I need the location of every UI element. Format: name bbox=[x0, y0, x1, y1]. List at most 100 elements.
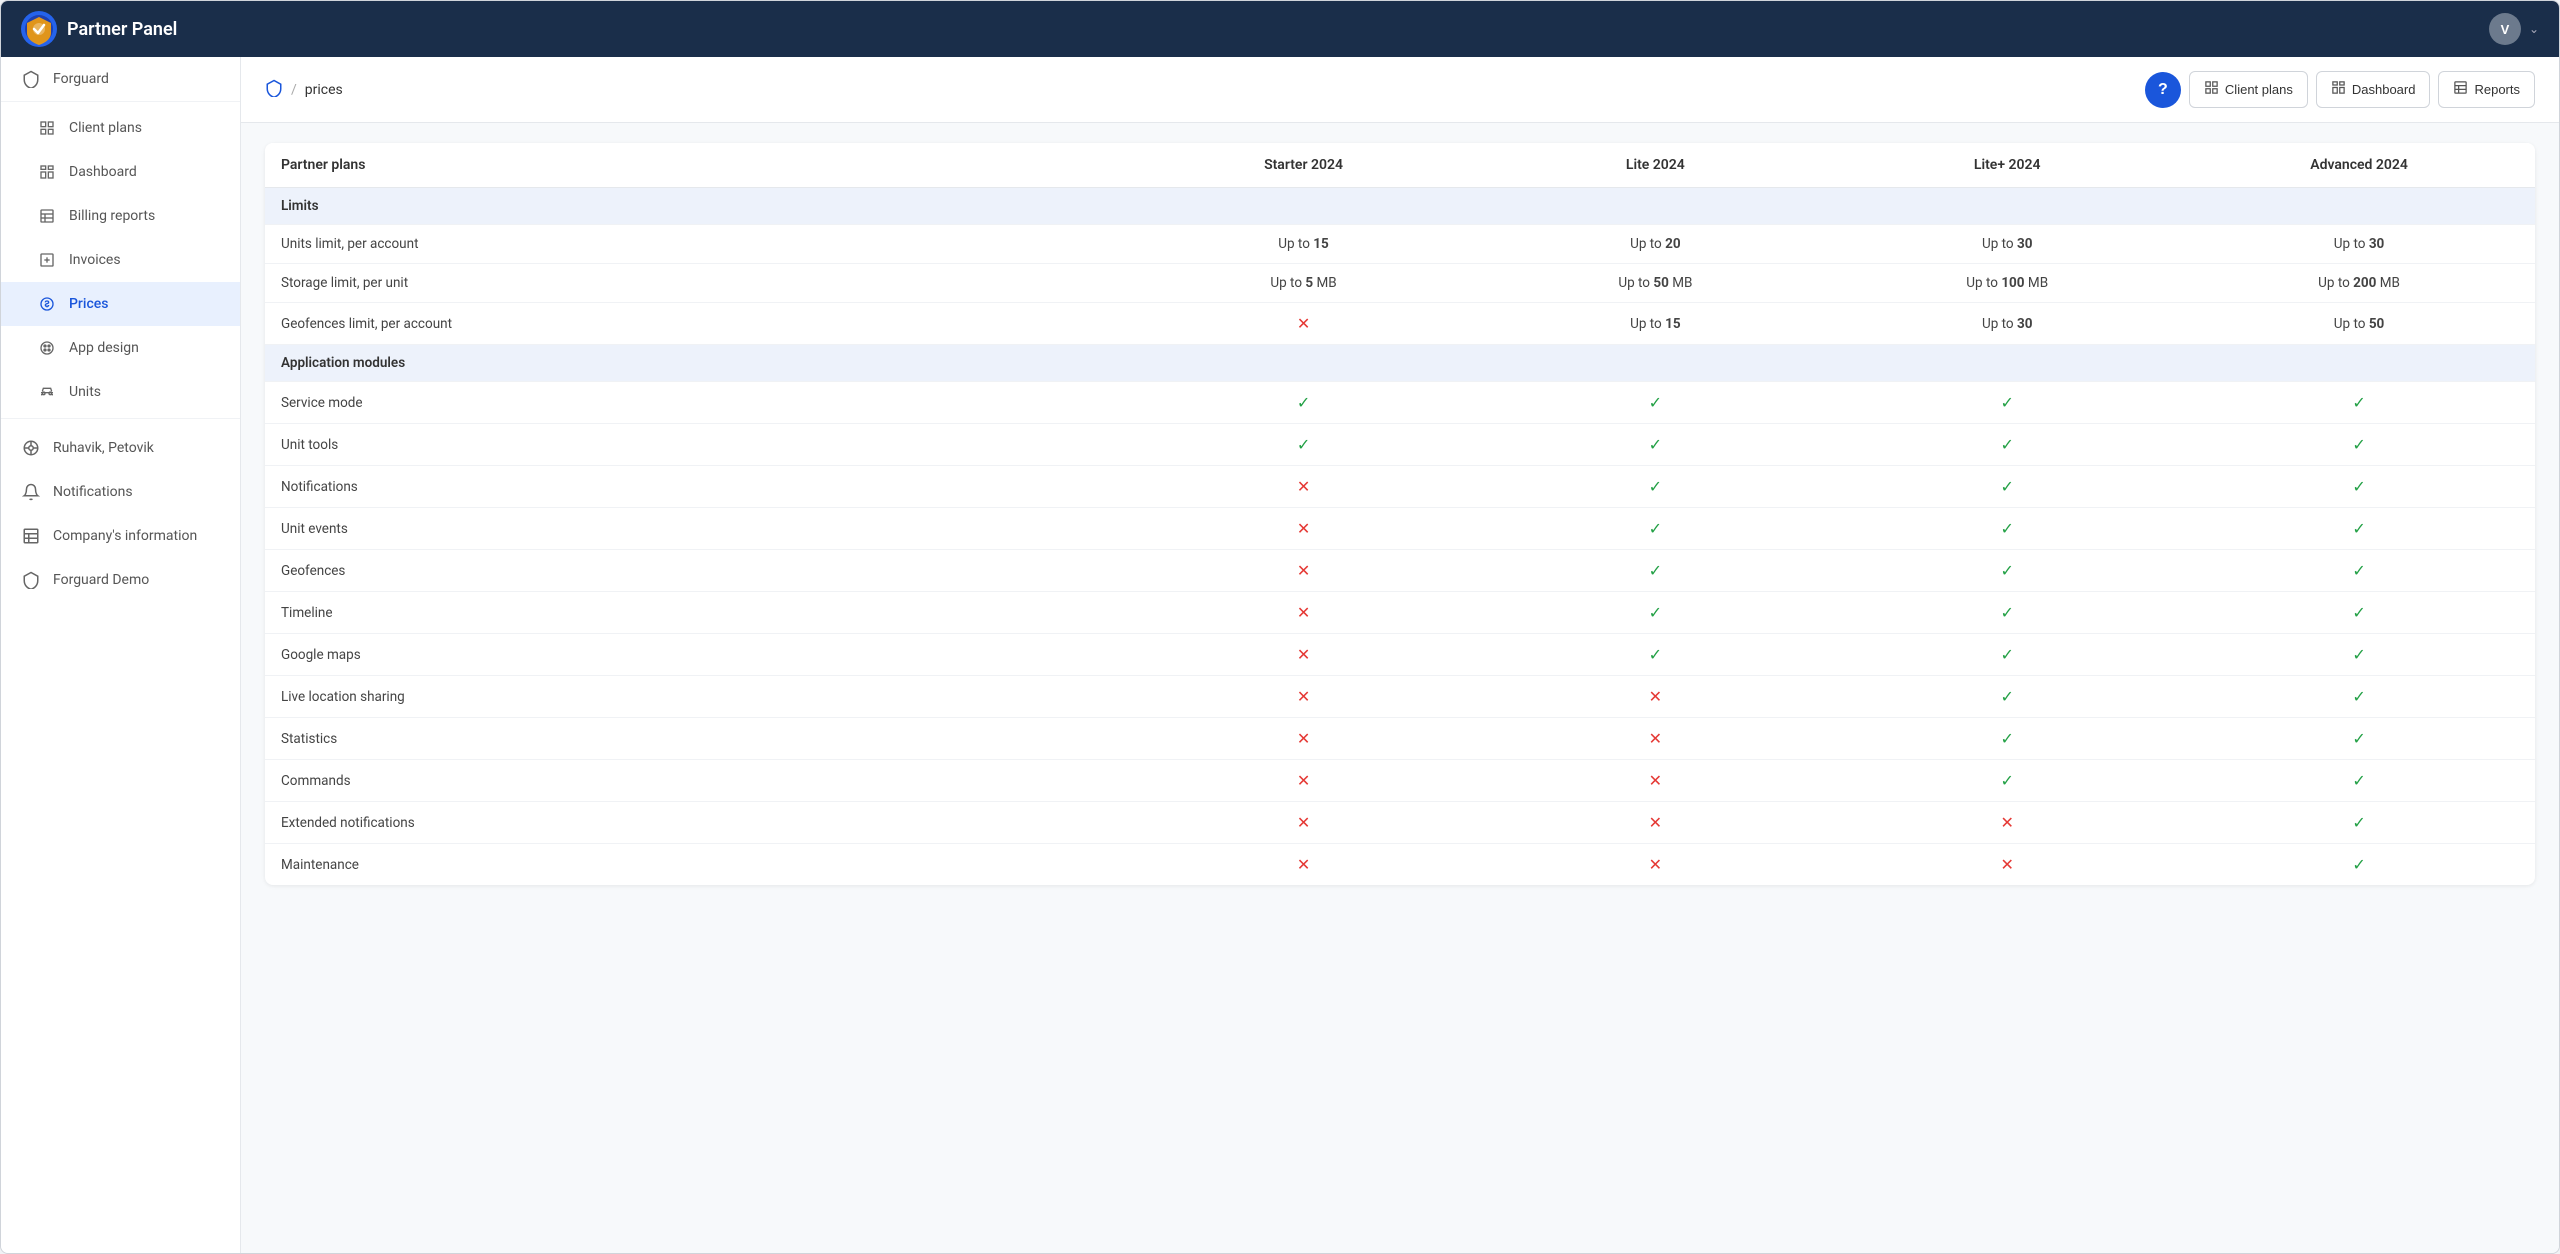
reports-btn-label: Reports bbox=[2474, 82, 2520, 97]
check-icon: ✓ bbox=[2352, 645, 2365, 664]
sidebar-item-forguard-demo-label: Forguard Demo bbox=[53, 572, 149, 588]
sidebar-item-client-plans-label: Client plans bbox=[69, 120, 142, 136]
check-icon: ✓ bbox=[2001, 435, 2014, 454]
check-icon: ✓ bbox=[1649, 435, 1662, 454]
feature-cell: Google maps bbox=[265, 634, 1128, 676]
table-row: Geofences ✕ ✓ ✓ ✓ bbox=[265, 550, 2535, 592]
check-icon: ✓ bbox=[2352, 477, 2365, 496]
value-cell: Up to 50 bbox=[2183, 303, 2535, 345]
list-icon bbox=[37, 206, 57, 226]
cross-icon: ✕ bbox=[1297, 477, 1310, 496]
value-cell: ✓ bbox=[1831, 760, 2183, 802]
feature-cell: Notifications bbox=[265, 466, 1128, 508]
sidebar-item-billing-reports[interactable]: Billing reports bbox=[1, 194, 240, 238]
cross-icon: ✕ bbox=[1297, 645, 1310, 664]
value-cell: ✓ bbox=[1479, 424, 1831, 466]
sidebar-item-forguard[interactable]: Forguard bbox=[1, 57, 240, 102]
sidebar-item-billing-reports-label: Billing reports bbox=[69, 208, 155, 224]
value-cell: ✓ bbox=[2183, 844, 2535, 886]
sidebar-item-prices[interactable]: Prices bbox=[1, 282, 240, 326]
col-header-advanced: Advanced 2024 bbox=[2183, 143, 2535, 188]
check-icon: ✓ bbox=[2352, 561, 2365, 580]
client-plans-button[interactable]: Client plans bbox=[2189, 71, 2308, 108]
value-cell: ✕ bbox=[1128, 676, 1480, 718]
help-button[interactable]: ? bbox=[2145, 72, 2181, 108]
value-cell: ✕ bbox=[1128, 718, 1480, 760]
avatar-button[interactable]: V bbox=[2489, 13, 2521, 45]
feature-cell: Commands bbox=[265, 760, 1128, 802]
sidebar: Forguard Client plans Dashboard bbox=[1, 57, 241, 1253]
value-cell: ✓ bbox=[2183, 382, 2535, 424]
check-icon: ✓ bbox=[2001, 729, 2014, 748]
chevron-down-icon[interactable]: ⌄ bbox=[2529, 22, 2539, 36]
logo-icon bbox=[21, 11, 57, 47]
breadcrumb-shield-icon bbox=[265, 79, 283, 101]
table-row: Unit events✕✓✓✓ bbox=[265, 508, 2535, 550]
sidebar-item-app-design[interactable]: App design bbox=[1, 326, 240, 370]
bell-icon bbox=[21, 482, 41, 502]
check-icon: ✓ bbox=[2352, 855, 2365, 874]
value-cell: Up to 15 bbox=[1128, 225, 1480, 264]
sidebar-item-units[interactable]: Units bbox=[1, 370, 240, 414]
value-cell: ✓ bbox=[2183, 634, 2535, 676]
value-cell: ✕ bbox=[1128, 303, 1480, 345]
reports-button[interactable]: Reports bbox=[2438, 71, 2535, 108]
table-row: Storage limit, per unitUp to 5 MBUp to 5… bbox=[265, 264, 2535, 303]
feature-cell: Geofences limit, per account bbox=[265, 303, 1128, 345]
value-cell: ✓ bbox=[1128, 382, 1480, 424]
feature-cell: Geofences bbox=[265, 550, 1128, 592]
sidebar-item-app-design-label: App design bbox=[69, 340, 139, 356]
cross-icon: ✕ bbox=[1297, 687, 1310, 706]
grid-icon bbox=[37, 118, 57, 138]
value-cell: Up to 200 MB bbox=[2183, 264, 2535, 303]
cross-icon: ✕ bbox=[1649, 687, 1662, 706]
shield-icon bbox=[21, 69, 41, 89]
content-area: / prices ? Client plans bbox=[241, 57, 2559, 1253]
sidebar-item-notifications[interactable]: Notifications bbox=[1, 470, 240, 514]
feature-cell: Storage limit, per unit bbox=[265, 264, 1128, 303]
sidebar-item-company-info[interactable]: Company's information bbox=[1, 514, 240, 558]
table-row: Google maps✕✓✓✓ bbox=[265, 634, 2535, 676]
prices-icon bbox=[37, 294, 57, 314]
table-section-header: Application modules bbox=[265, 345, 2535, 382]
check-icon: ✓ bbox=[2352, 771, 2365, 790]
cross-icon: ✕ bbox=[1297, 771, 1310, 790]
value-cell: Up to 20 bbox=[1479, 225, 1831, 264]
value-cell: Up to 30 bbox=[2183, 225, 2535, 264]
check-icon: ✓ bbox=[2001, 687, 2014, 706]
cross-icon: ✕ bbox=[1297, 561, 1310, 580]
value-cell: ✓ bbox=[1831, 550, 2183, 592]
sidebar-item-dashboard[interactable]: Dashboard bbox=[1, 150, 240, 194]
sidebar-item-forguard-demo[interactable]: Forguard Demo bbox=[1, 558, 240, 602]
value-cell: ✓ bbox=[1479, 466, 1831, 508]
client-plans-btn-icon bbox=[2204, 80, 2219, 99]
dashboard-button[interactable]: Dashboard bbox=[2316, 71, 2431, 108]
feature-cell: Statistics bbox=[265, 718, 1128, 760]
value-cell: ✓ bbox=[1831, 718, 2183, 760]
value-cell: ✓ bbox=[1831, 592, 2183, 634]
cross-icon: ✕ bbox=[1649, 855, 1662, 874]
check-icon: ✓ bbox=[1649, 477, 1662, 496]
check-icon: ✓ bbox=[1649, 561, 1662, 580]
value-cell: ✕ bbox=[1128, 466, 1480, 508]
cross-icon: ✕ bbox=[1297, 519, 1310, 538]
feature-cell: Live location sharing bbox=[265, 676, 1128, 718]
sidebar-item-client-plans[interactable]: Client plans bbox=[1, 106, 240, 150]
palette-icon bbox=[37, 338, 57, 358]
value-cell: ✓ bbox=[2183, 466, 2535, 508]
table-row: Extended notifications✕✕✕✓ bbox=[265, 802, 2535, 844]
reports-btn-icon bbox=[2453, 80, 2468, 99]
table-row: Notifications✕✓✓✓ bbox=[265, 466, 2535, 508]
sidebar-item-invoices[interactable]: Invoices bbox=[1, 238, 240, 282]
value-cell: ✓ bbox=[2183, 718, 2535, 760]
col-header-lite-plus: Lite+ 2024 bbox=[1831, 143, 2183, 188]
sidebar-item-ruhavik[interactable]: Ruhavik, Petovik bbox=[1, 426, 240, 470]
top-header: Partner Panel V ⌄ bbox=[1, 1, 2559, 57]
value-cell: ✓ bbox=[1479, 382, 1831, 424]
value-cell: ✕ bbox=[1479, 802, 1831, 844]
value-cell: ✓ bbox=[1479, 508, 1831, 550]
main-layout: Forguard Client plans Dashboard bbox=[1, 57, 2559, 1253]
feature-cell: Timeline bbox=[265, 592, 1128, 634]
sidebar-item-dashboard-label: Dashboard bbox=[69, 164, 137, 180]
breadcrumb-separator: / bbox=[291, 82, 297, 98]
